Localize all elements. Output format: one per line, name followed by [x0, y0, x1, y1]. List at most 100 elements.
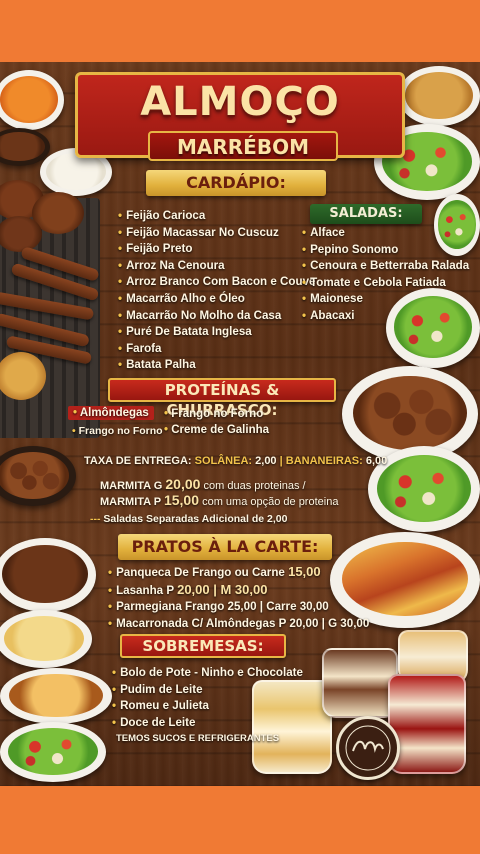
dessert-jar [322, 648, 398, 718]
list-item: • Abacaxi [302, 308, 355, 322]
list-item: • Macarrão Alho e Óleo [118, 291, 245, 305]
bread-plate [398, 66, 480, 126]
marmita-g-label: MARMITA G [100, 480, 163, 492]
menu-poster: ALMOÇO MARRÉBOM CARDÁPIO: • Feijão Carioc… [0, 62, 480, 786]
cardapio-list: • Feijão Carioca • Feijão Macassar No Cusc… [118, 208, 315, 374]
page-title: ALMOÇO [140, 79, 340, 125]
bullet-icon: • [302, 226, 307, 239]
salad-extra-note: --- Saladas Separadas Adicional de 2,00 [90, 513, 288, 525]
bullet-icon: • [112, 666, 117, 679]
cardapio-heading: CARDÁPIO: [146, 170, 326, 196]
list-item: • Feijão Macassar No Cuscuz [118, 225, 279, 239]
bullet-icon: • [118, 308, 123, 322]
delivery-value-1: 2,00 [255, 455, 277, 467]
bullet-icon: • [302, 275, 307, 289]
bullet-icon: • [72, 425, 76, 437]
list-item: • Lasanha P 20,00 | M 30,00 [108, 581, 268, 597]
carte-heading-label: PRATOS À LA CARTE: [131, 537, 319, 556]
bullet-icon: • [118, 258, 123, 272]
bullet-icon: • [164, 424, 169, 436]
bullet-icon: • [118, 275, 123, 289]
bullet-icon: • [108, 566, 113, 579]
proteinas-heading: PROTEÍNAS & CHURRASCO: [108, 378, 336, 419]
top-bar [0, 0, 480, 62]
list-item: • Tomate e Cebola Fatiada [302, 275, 446, 289]
bullet-icon: • [118, 242, 123, 256]
list-item: • Parmegiana Frango 25,00 | Carre 30,00 [108, 600, 329, 614]
bullet-icon: • [302, 308, 307, 322]
bullet-icon: • [118, 341, 123, 355]
bullet-icon: • [108, 583, 113, 597]
pudding-plate [0, 668, 112, 724]
sobremesas-list: • Bolo de Pote - Ninho e Chocolate • Pudim… [112, 665, 303, 731]
list-item: • Feijão Carioca [118, 209, 206, 222]
meatball-pan [0, 446, 76, 506]
marmita-p-desc: com uma opção de proteina [202, 496, 339, 508]
proteina-item: • Almôndegas [68, 406, 154, 420]
list-item: • Bolo de Pote - Ninho e Chocolate [112, 666, 303, 679]
list-item: • Farofa [118, 341, 162, 355]
saladas-heading-label: SALADAS: [329, 206, 403, 221]
marmita-g-line: MARMITA G 20,00 com duas proteinas / [100, 476, 306, 492]
marmita-p-label: MARMITA P [100, 496, 161, 508]
subtitle-ribbon: MARRÉBOM [148, 131, 338, 161]
delivery-value-2: 6,00 [365, 455, 388, 467]
list-item: • Batata Palha [118, 358, 196, 372]
delivery-place-1: SOLÂNEA: [194, 455, 253, 467]
bullet-icon: • [112, 699, 117, 713]
bullet-icon: • [112, 715, 117, 729]
list-item: • Romeu e Julieta [112, 699, 209, 713]
bullet-icon: • [118, 225, 123, 239]
bullet-icon: • [118, 209, 123, 222]
title-banner: ALMOÇO MARRÉBOM [75, 72, 405, 161]
list-item: • Maionese [302, 292, 363, 306]
saladas-heading: SALADAS: [310, 204, 422, 224]
list-item: • Arroz Na Cenoura [118, 258, 225, 272]
proteina-item: • Frango no Forno [164, 408, 264, 420]
bullet-icon: • [118, 358, 123, 372]
list-item: • Arroz Branco Com Bacon e Couve [118, 275, 316, 289]
sobremesas-heading-label: SOBREMESAS: [142, 637, 264, 655]
bullet-icon: • [302, 242, 307, 256]
carte-heading: PRATOS À LA CARTE: [118, 534, 332, 560]
delivery-fee-label: TAXA DE ENTREGA: [84, 455, 192, 467]
sobremesas-heading: SOBREMESAS: [120, 634, 286, 658]
macaroni-bowl [0, 610, 92, 668]
salad-plate [0, 722, 106, 782]
bullet-icon: • [108, 600, 113, 614]
list-item: • Panqueca De Frango ou Carne 15,00 [108, 564, 321, 579]
dessert-jar [388, 674, 466, 774]
marmita-p-line: MARMITA P 15,00 com uma opção de protein… [100, 492, 338, 508]
proteina-item: • Frango no Forno [72, 425, 163, 437]
drinks-note: TEMOS SUCOS E REFRIGERANTES [116, 733, 280, 744]
marmita-g-desc: com duas proteinas / [203, 480, 306, 492]
bullet-icon: • [164, 408, 169, 420]
bullet-icon: • [302, 259, 307, 273]
page-subtitle: MARRÉBOM [177, 135, 309, 159]
marmita-g-price: 20,00 [165, 476, 201, 492]
beans-bowl [0, 128, 50, 166]
list-item: • Cenoura e Betterraba Ralada [302, 259, 470, 273]
bullet-icon: • [302, 292, 307, 306]
brand-stamp-logo [336, 716, 400, 780]
bullet-icon: • [118, 325, 123, 339]
list-item: • Macarrão No Molho da Casa [118, 308, 282, 322]
orange-dish-bowl [0, 70, 64, 130]
list-item: • Alface [302, 226, 345, 239]
marmita-p-price: 15,00 [163, 492, 200, 508]
cardapio-heading-label: CARDÁPIO: [186, 173, 286, 192]
bottom-bar [0, 786, 480, 854]
delivery-fee-line: TAXA DE ENTREGA: SOLÂNEA: 2,00 | BANANEI… [84, 455, 388, 467]
proteina-item: • Creme de Galinha [164, 424, 270, 436]
list-item: • Puré De Batata Inglesa [118, 325, 252, 339]
list-item: • Feijão Preto [118, 242, 193, 256]
list-item: • Doce de Leite [112, 715, 196, 729]
carte-list: • Panqueca De Frango ou Carne 15,00 • Lasa… [108, 564, 369, 632]
saladas-list: • Alface • Pepino Sonomo • Cenoura e Better… [302, 225, 469, 325]
stew-bowl [0, 538, 96, 612]
delivery-place-2: BANANEIRAS: [285, 455, 363, 467]
bullet-icon: • [118, 291, 123, 305]
list-item: • Macarronada C/ Almôndegas P 20,00 | G 3… [108, 616, 370, 630]
list-item: • Pudim de Leite [112, 682, 203, 696]
bullet-icon: • [73, 407, 78, 419]
